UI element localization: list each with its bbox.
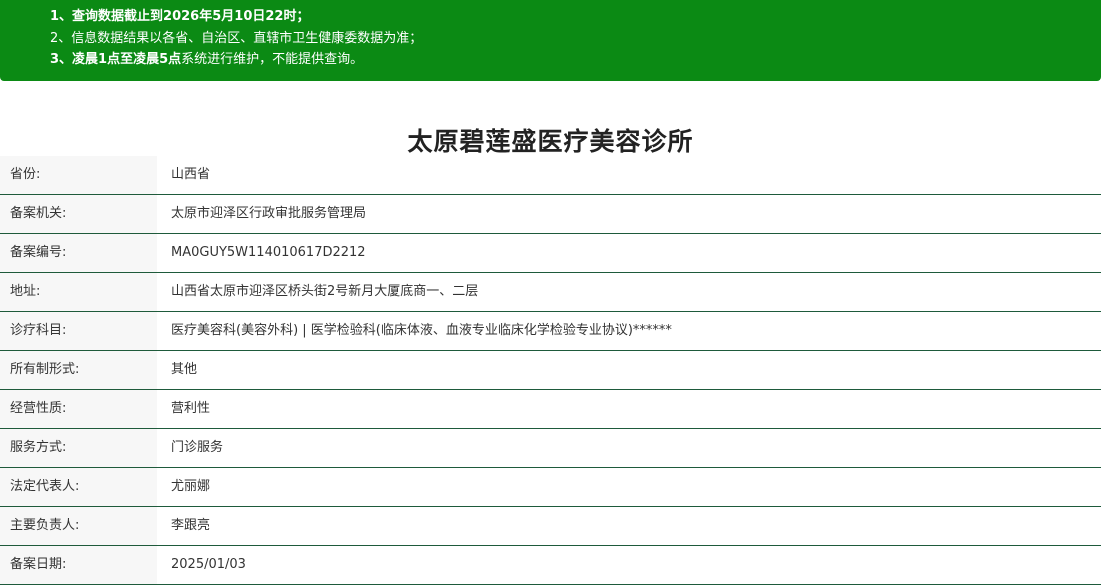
info-label: 备案机关:	[0, 195, 157, 233]
info-row-province: 省份: 山西省	[0, 156, 1101, 195]
info-row-registration-number: 备案编号: MA0GUY5W114010617D2212	[0, 234, 1101, 273]
notice-banner: 1、查询数据截止到2026年5月10日22时； 2、信息数据结果以各省、自治区、…	[0, 0, 1101, 81]
info-label: 备案编号:	[0, 234, 157, 272]
notice-line-3-bold: 3、凌晨1点至凌晨5点	[50, 52, 182, 67]
info-value: 门诊服务	[171, 440, 224, 455]
info-value: 山西省太原市迎泽区桥头街2号新月大厦底商一、二层	[171, 284, 479, 299]
info-value: MA0GUY5W114010617D2212	[171, 245, 366, 260]
info-row-departments: 诊疗科目: 医疗美容科(美容外科) | 医学检验科(临床体液、血液专业临床化学检…	[0, 312, 1101, 351]
notice-line-2: 2、信息数据结果以各省、自治区、直辖市卫生健康委数据为准；	[50, 28, 1101, 50]
info-label: 备案日期:	[0, 546, 157, 584]
info-value: 李跟亮	[171, 518, 211, 533]
info-value: 其他	[171, 362, 198, 377]
info-value: 太原市迎泽区行政审批服务管理局	[171, 206, 367, 221]
info-label: 法定代表人:	[0, 468, 157, 506]
notice-line-2-text: 2、信息数据结果以各省、自治区、直辖市卫生健康委数据为准；	[50, 30, 423, 46]
info-label: 诊疗科目:	[0, 312, 157, 350]
notice-line-3: 3、凌晨1点至凌晨5点系统进行维护，不能提供查询。	[50, 49, 1101, 71]
info-row-ownership: 所有制形式: 其他	[0, 351, 1101, 390]
info-label: 省份:	[0, 156, 157, 194]
info-label: 经营性质:	[0, 390, 157, 428]
info-row-business-nature: 经营性质: 营利性	[0, 390, 1101, 429]
info-value: 山西省	[171, 167, 211, 182]
info-value: 2025/01/03	[171, 557, 246, 572]
info-row-legal-representative: 法定代表人: 尤丽娜	[0, 468, 1101, 507]
info-row-principal: 主要负责人: 李跟亮	[0, 507, 1101, 546]
info-row-service-mode: 服务方式: 门诊服务	[0, 429, 1101, 468]
clinic-info-table: 省份: 山西省 备案机关: 太原市迎泽区行政审批服务管理局 备案编号: MA0G…	[0, 156, 1101, 585]
info-row-registration-date: 备案日期: 2025/01/03	[0, 546, 1101, 585]
info-label: 所有制形式:	[0, 351, 157, 389]
info-label: 主要负责人:	[0, 507, 157, 545]
info-value: 营利性	[171, 401, 211, 416]
notice-line-3-rest: 系统进行维护，不能提供查询。	[181, 52, 364, 67]
info-label: 服务方式:	[0, 429, 157, 467]
info-label: 地址:	[0, 273, 157, 311]
info-row-registration-authority: 备案机关: 太原市迎泽区行政审批服务管理局	[0, 195, 1101, 234]
info-value: 尤丽娜	[171, 479, 211, 494]
notice-line-1: 1、查询数据截止到2026年5月10日22时；	[50, 9, 310, 24]
info-value: 医疗美容科(美容外科) | 医学检验科(临床体液、血液专业临床化学检验专业协议)…	[171, 323, 672, 338]
info-row-address: 地址: 山西省太原市迎泽区桥头街2号新月大厦底商一、二层	[0, 273, 1101, 312]
